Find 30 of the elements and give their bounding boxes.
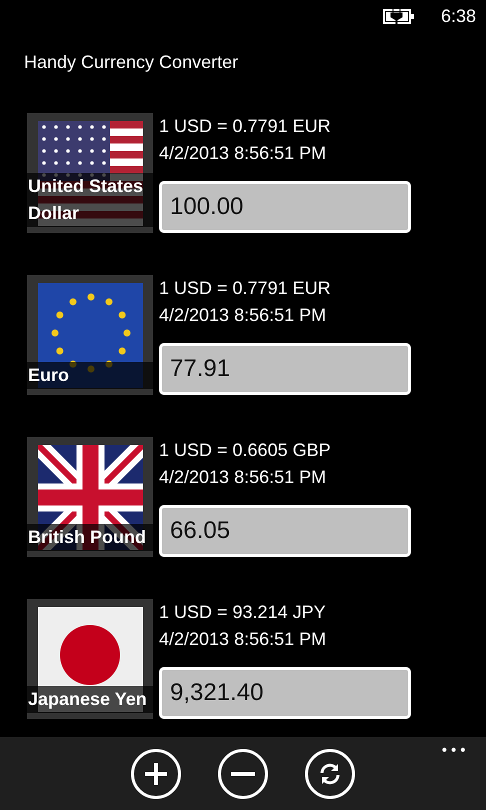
plus-icon [143,761,169,787]
add-button[interactable] [131,749,181,799]
update-time: 4/2/2013 8:56:51 PM [159,142,328,165]
battery-charging-icon [382,7,415,25]
currency-tile[interactable]: United States Dollar [27,113,153,233]
currency-tile[interactable]: British Pound [27,437,153,557]
exchange-rate: 1 USD = 0.7791 EUR [159,277,332,300]
update-time: 4/2/2013 8:56:51 PM [159,304,328,327]
app-title: Handy Currency Converter [24,52,238,72]
currency-name: United States Dollar [27,173,153,227]
exchange-rate: 1 USD = 0.6605 GBP [159,439,332,462]
update-time: 4/2/2013 8:56:51 PM [159,466,328,489]
clock-time: 6:38 [440,6,476,26]
refresh-icon [318,762,342,786]
minus-icon [230,771,256,777]
currency-name: Japanese Yen [27,686,153,713]
amount-field[interactable]: 9,321.40 [159,667,411,719]
remove-button[interactable] [218,749,268,799]
currency-tile[interactable]: Japanese Yen [27,599,153,719]
amount-field[interactable]: 77.91 [159,343,411,395]
exchange-rate: 1 USD = 93.214 JPY [159,601,327,624]
exchange-rate: 1 USD = 0.7791 EUR [159,115,332,138]
amount-field[interactable]: 100.00 [159,181,411,233]
currency-tile[interactable]: Euro [27,275,153,395]
currency-name: Euro [27,362,153,389]
refresh-button[interactable] [305,749,355,799]
currency-name: British Pound [27,524,153,551]
amount-field[interactable]: 66.05 [159,505,411,557]
update-time: 4/2/2013 8:56:51 PM [159,628,328,651]
more-button[interactable]: ••• [440,743,468,759]
